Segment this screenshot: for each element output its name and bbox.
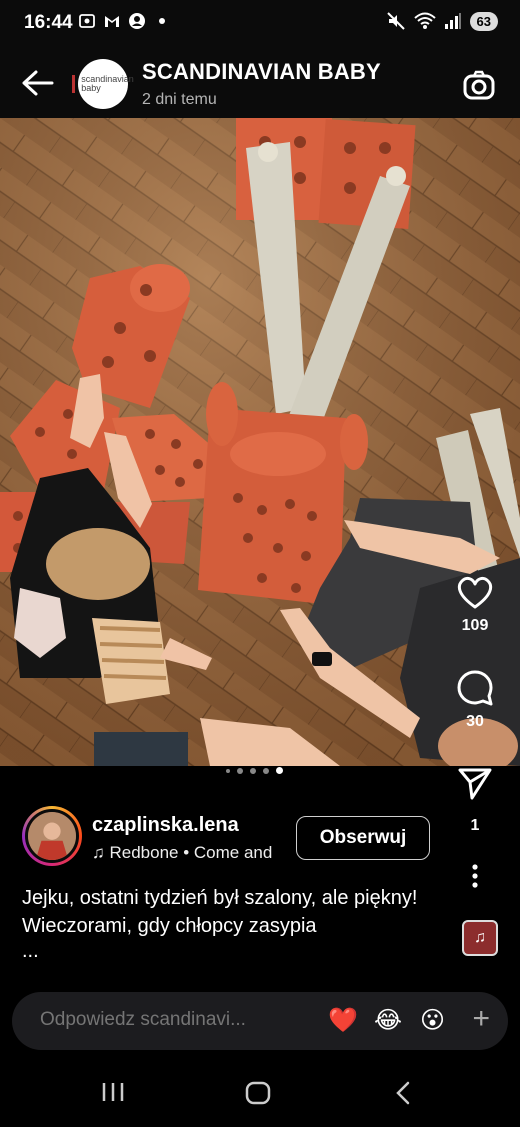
music-title: Redbone • Come and: [109, 843, 273, 862]
story-header: scandinavian baby SCANDINAVIAN BABY 2 dn…: [0, 48, 520, 118]
reply-input[interactable]: [40, 1009, 300, 1031]
like-count: 109: [461, 617, 489, 634]
author-avatar-image: [25, 809, 79, 863]
emoji-surprised[interactable]: 😮: [420, 1006, 445, 1035]
reply-bar: ❤️ 😂 😮 +: [12, 992, 508, 1050]
dot-icon: [159, 18, 165, 24]
photo-illustration: [0, 118, 520, 766]
status-time: 16:44: [24, 12, 73, 33]
account-name[interactable]: SCANDINAVIAN BABY: [142, 59, 381, 85]
emoji-heart[interactable]: ❤️: [328, 1006, 358, 1035]
music-note-icon: ♫: [92, 843, 105, 862]
system-nav-bar: [0, 1060, 520, 1127]
signal-icon: [444, 13, 461, 29]
comment-icon[interactable]: [456, 670, 494, 706]
more-options[interactable]: [444, 862, 506, 895]
add-reaction-icon[interactable]: +: [472, 1002, 490, 1036]
wifi-icon: [413, 12, 436, 29]
back-nav-icon[interactable]: [392, 1080, 414, 1106]
author-avatar[interactable]: [22, 806, 82, 866]
carousel-dot-active: [276, 767, 283, 774]
carousel-indicator: [226, 767, 283, 774]
back-arrow-icon[interactable]: [18, 68, 56, 98]
music-info[interactable]: ♫ Redbone • Come and: [92, 843, 288, 863]
share-action[interactable]: 1: [444, 766, 506, 835]
status-system-icons: 63: [386, 11, 498, 31]
music-album-thumbnail[interactable]: ♫: [462, 920, 498, 956]
brand-logo: scandinavian baby: [72, 75, 134, 93]
post-age: 2 dni temu: [142, 91, 217, 108]
status-notification-icons: [78, 12, 171, 30]
carousel-dot: [263, 767, 269, 774]
battery-indicator: 63: [469, 11, 498, 31]
recents-icon[interactable]: [100, 1080, 126, 1104]
mute-icon: [386, 12, 405, 30]
brand-avatar[interactable]: scandinavian baby: [72, 59, 134, 109]
emoji-laugh[interactable]: 😂: [374, 1006, 402, 1035]
post-photo[interactable]: scandinavian baby ❤: [0, 118, 520, 766]
follow-button[interactable]: Obserwuj: [296, 816, 430, 860]
music-thumb-icon: ♫: [474, 929, 486, 946]
screenshot-icon: [79, 14, 95, 28]
author-portrait: [28, 812, 76, 860]
send-icon[interactable]: [457, 766, 493, 800]
author-username[interactable]: czaplinska.lena: [92, 814, 239, 837]
comment-count: 30: [466, 713, 484, 730]
caption-more[interactable]: ...: [22, 940, 39, 963]
share-count: 1: [470, 817, 480, 834]
carousel-dot: [226, 768, 230, 773]
heart-icon[interactable]: [456, 576, 494, 610]
grey-box: [94, 732, 188, 766]
comment-action[interactable]: 30: [444, 670, 506, 731]
logo-line-2: baby: [81, 83, 101, 93]
carousel-dot: [237, 767, 243, 774]
camera-icon[interactable]: [462, 70, 496, 102]
gmail-icon: [105, 16, 119, 27]
post-caption[interactable]: Jejku, ostatni tydzień był szalony, ale …: [22, 884, 452, 940]
like-action[interactable]: 109: [444, 576, 506, 635]
account-icon: [129, 13, 145, 29]
home-icon[interactable]: [244, 1080, 272, 1106]
carousel-dot: [250, 767, 256, 774]
more-icon[interactable]: [470, 862, 480, 890]
status-bar: 16:44 63: [0, 0, 520, 48]
